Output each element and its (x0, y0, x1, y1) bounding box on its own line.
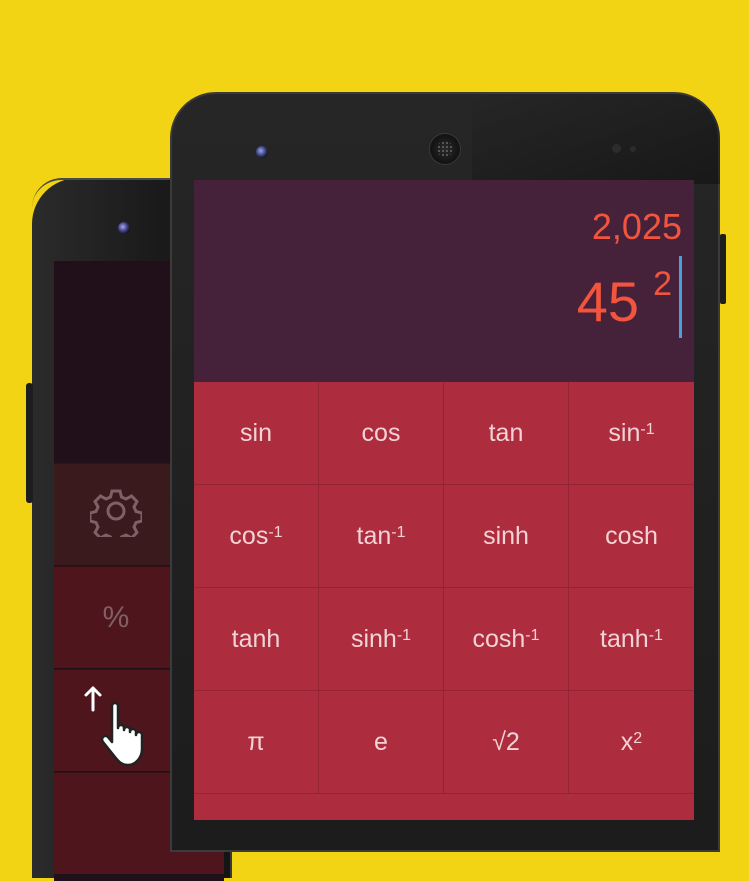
proximity-sensor (612, 144, 621, 153)
key-pi[interactable]: π (194, 691, 319, 794)
key-sinh[interactable]: sinh (444, 485, 569, 588)
expression-base: 45 (576, 270, 640, 333)
key-arcsinh[interactable]: sinh -1 (319, 588, 444, 691)
key-cos[interactable]: cos (319, 382, 444, 485)
speaker-grille-icon (430, 134, 460, 164)
key-cosh[interactable]: cosh (569, 485, 694, 588)
advanced-keypad: sin cos tan sin -1 cos -1 tan -1 sinh cosh … (194, 382, 694, 820)
text-cursor (679, 256, 682, 338)
key-sqrt2[interactable]: √2 (444, 691, 569, 794)
key-arccosh[interactable]: cosh -1 (444, 588, 569, 691)
front-camera-icon (118, 222, 130, 234)
swipe-up-hand-icon (82, 684, 164, 773)
expression-exponent: 2 (653, 265, 672, 303)
calculator-screen: 2,025 45 2 sin cos tan sin -1 cos -1 tan -1 … (194, 180, 694, 820)
key-tan[interactable]: tan (444, 382, 569, 485)
light-sensor (630, 146, 636, 152)
key-arctanh[interactable]: tanh -1 (569, 588, 694, 691)
expression-input[interactable]: 45 2 (576, 265, 672, 342)
key-square[interactable]: x2 (569, 691, 694, 794)
key-arccos[interactable]: cos -1 (194, 485, 319, 588)
key-arcsin[interactable]: sin -1 (569, 382, 694, 485)
key-e[interactable]: e (319, 691, 444, 794)
front-camera-icon (256, 146, 268, 158)
calculator-display[interactable]: 2,025 45 2 (194, 180, 694, 382)
side-button (26, 383, 33, 503)
key-sin[interactable]: sin (194, 382, 319, 485)
result-text: 2,025 (591, 206, 682, 247)
phone-gloss (472, 94, 720, 184)
gear-icon (54, 485, 178, 545)
percent-label: % (102, 600, 130, 634)
key-tanh[interactable]: tanh (194, 588, 319, 691)
key-arctan[interactable]: tan -1 (319, 485, 444, 588)
power-button (720, 234, 726, 304)
